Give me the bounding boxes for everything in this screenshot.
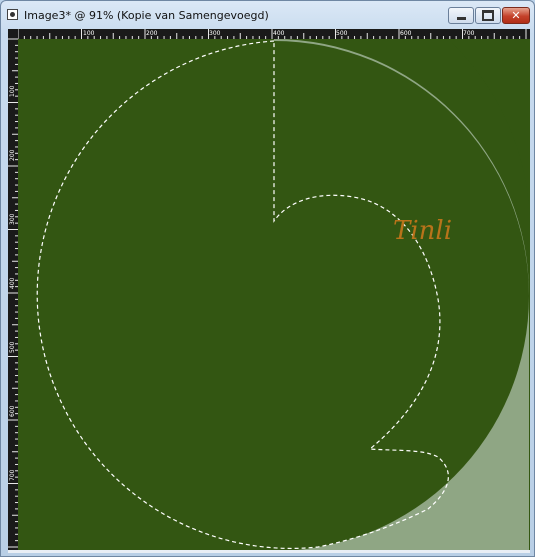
horizontal-ruler[interactable]: 100 200 300 400 500 600 700 xyxy=(8,29,530,39)
ruler-label: 300 xyxy=(9,213,16,225)
bottom-edge xyxy=(8,550,530,553)
image-window: Image3* @ 91% (Kopie van Samengevoegd) ✕… xyxy=(0,0,535,557)
maximize-button[interactable] xyxy=(475,7,501,24)
close-button[interactable]: ✕ xyxy=(502,7,530,24)
image-document-icon[interactable] xyxy=(7,9,18,20)
window-title: Image3* @ 91% (Kopie van Samengevoegd) xyxy=(24,9,269,22)
ruler-label: 400 xyxy=(9,277,16,289)
ruler-label: 700 xyxy=(9,469,16,481)
minimize-button[interactable] xyxy=(448,7,474,24)
ruler-label: 200 xyxy=(146,30,158,37)
ruler-label: 600 xyxy=(9,405,16,417)
minimize-icon xyxy=(449,8,473,23)
ruler-label: 300 xyxy=(209,30,221,37)
watermark-text: Tinli xyxy=(393,216,452,246)
left-half xyxy=(18,39,274,550)
ruler-label: 500 xyxy=(9,341,16,353)
ruler-label: 600 xyxy=(400,30,412,37)
ruler-label: 100 xyxy=(9,85,16,97)
document-area[interactable]: 100 200 300 400 500 600 700 100 200 300 … xyxy=(8,29,530,550)
ruler-label: 400 xyxy=(273,30,285,37)
image-canvas[interactable]: Tinli xyxy=(18,39,530,550)
ruler-label: 200 xyxy=(9,149,16,161)
ruler-label: 500 xyxy=(336,30,348,37)
title-bar[interactable]: Image3* @ 91% (Kopie van Samengevoegd) ✕ xyxy=(1,1,534,29)
ruler-label: 700 xyxy=(463,30,475,37)
vertical-ruler[interactable]: 100 200 300 400 500 600 700 xyxy=(8,29,18,550)
maximize-icon xyxy=(476,8,500,23)
ruler-label: 100 xyxy=(83,30,95,37)
close-icon: ✕ xyxy=(511,9,521,22)
